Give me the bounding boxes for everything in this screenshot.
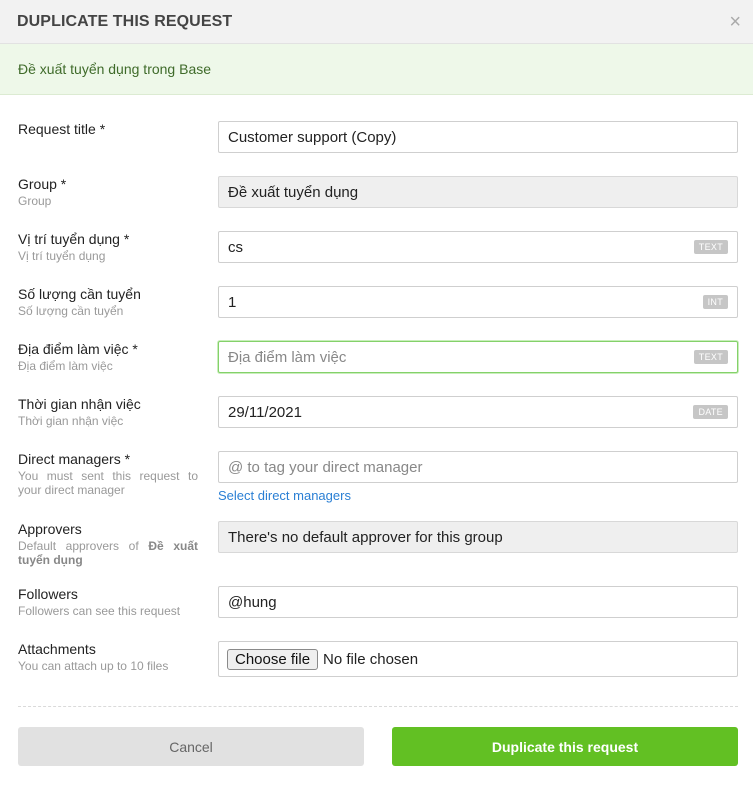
dialog-header: DUPLICATE THIS REQUEST ×: [0, 0, 753, 44]
followers-value: @hung: [228, 593, 277, 611]
cancel-button[interactable]: Cancel: [18, 727, 364, 766]
group-field: Đề xuất tuyển dụng: [218, 176, 738, 208]
attachments-file-input: Choose file No file chosen: [218, 641, 738, 677]
followers-label: Followers: [18, 586, 78, 602]
group-label-group: Group * Group: [18, 176, 198, 208]
quantity-label-group: Số lượng cần tuyển Số lượng cần tuyển: [18, 286, 198, 318]
file-status-text: No file chosen: [323, 650, 419, 668]
start-time-label: Thời gian nhận việc: [18, 396, 141, 412]
location-label: Địa điểm làm việc *: [18, 341, 138, 357]
text-type-badge: TEXT: [693, 350, 728, 364]
request-title-input[interactable]: Customer support (Copy): [218, 121, 738, 153]
close-icon[interactable]: ×: [729, 12, 741, 32]
quantity-label: Số lượng cần tuyển: [18, 286, 141, 302]
text-type-badge: TEXT: [693, 240, 728, 254]
start-time-value: 29/11/2021: [228, 403, 302, 421]
followers-label-group: Followers Followers can see this request: [18, 586, 198, 618]
start-time-label-group: Thời gian nhận việc Thời gian nhận việc: [18, 396, 198, 428]
duplicate-request-button[interactable]: Duplicate this request: [392, 727, 738, 766]
direct-managers-label: Direct managers *: [18, 451, 131, 467]
direct-managers-placeholder: @ to tag your direct manager: [228, 458, 423, 476]
position-label-group: Vị trí tuyển dụng * Vị trí tuyển dụng: [18, 231, 198, 263]
footer-divider: [18, 706, 738, 707]
direct-managers-desc: You must sent this request to your direc…: [18, 469, 198, 497]
position-desc: Vị trí tuyển dụng: [18, 249, 106, 263]
quantity-desc: Số lượng cần tuyển: [18, 304, 124, 318]
group-value: Đề xuất tuyển dụng: [228, 183, 359, 201]
approvers-value: There's no default approver for this gro…: [228, 528, 503, 546]
duplicate-request-dialog: DUPLICATE THIS REQUEST × Đề xuất tuyển d…: [0, 0, 753, 791]
position-label: Vị trí tuyển dụng *: [18, 231, 130, 247]
group-desc: Group: [18, 194, 52, 208]
location-placeholder: Địa điểm làm việc: [228, 348, 347, 366]
location-input[interactable]: Địa điểm làm việc TEXT: [218, 341, 738, 373]
request-title-label-group: Request title *: [18, 121, 198, 138]
attachments-label: Attachments: [18, 641, 96, 657]
quantity-input[interactable]: 1 INT: [218, 286, 738, 318]
dialog-title: DUPLICATE THIS REQUEST: [17, 12, 233, 30]
start-time-date-input[interactable]: 29/11/2021 DATE: [218, 396, 738, 428]
approvers-label-group: Approvers Default approvers of Đề xuất t…: [18, 521, 198, 567]
position-input[interactable]: cs TEXT: [218, 231, 738, 263]
followers-input[interactable]: @hung: [218, 586, 738, 618]
approvers-label: Approvers: [18, 521, 82, 537]
select-direct-managers-link[interactable]: Select direct managers: [218, 488, 351, 503]
date-type-badge: DATE: [693, 405, 728, 419]
quantity-value: 1: [228, 293, 237, 311]
request-title-label: Request title *: [18, 121, 106, 137]
choose-file-button[interactable]: Choose file: [227, 648, 319, 670]
location-desc: Địa điểm làm việc: [18, 359, 113, 373]
approvers-field: There's no default approver for this gro…: [218, 521, 738, 553]
followers-desc: Followers can see this request: [18, 604, 181, 618]
start-time-desc: Thời gian nhận việc: [18, 414, 124, 428]
direct-managers-label-group: Direct managers * You must sent this req…: [18, 451, 198, 497]
group-label: Group *: [18, 176, 67, 192]
approvers-desc: Default approvers of Đề xuất tuyển dụng: [18, 539, 198, 567]
dialog-subtitle: Đề xuất tuyển dụng trong Base: [18, 61, 212, 77]
attachments-desc: You can attach up to 10 files: [18, 659, 169, 673]
position-value: cs: [228, 238, 243, 256]
direct-managers-input[interactable]: @ to tag your direct manager: [218, 451, 738, 483]
request-title-value: Customer support (Copy): [228, 128, 397, 146]
attachments-label-group: Attachments You can attach up to 10 file…: [18, 641, 198, 673]
location-label-group: Địa điểm làm việc * Địa điểm làm việc: [18, 341, 198, 373]
subtitle-bar: Đề xuất tuyển dụng trong Base: [0, 44, 753, 95]
int-type-badge: INT: [702, 295, 728, 309]
approvers-desc-prefix: Default approvers of: [18, 539, 139, 553]
